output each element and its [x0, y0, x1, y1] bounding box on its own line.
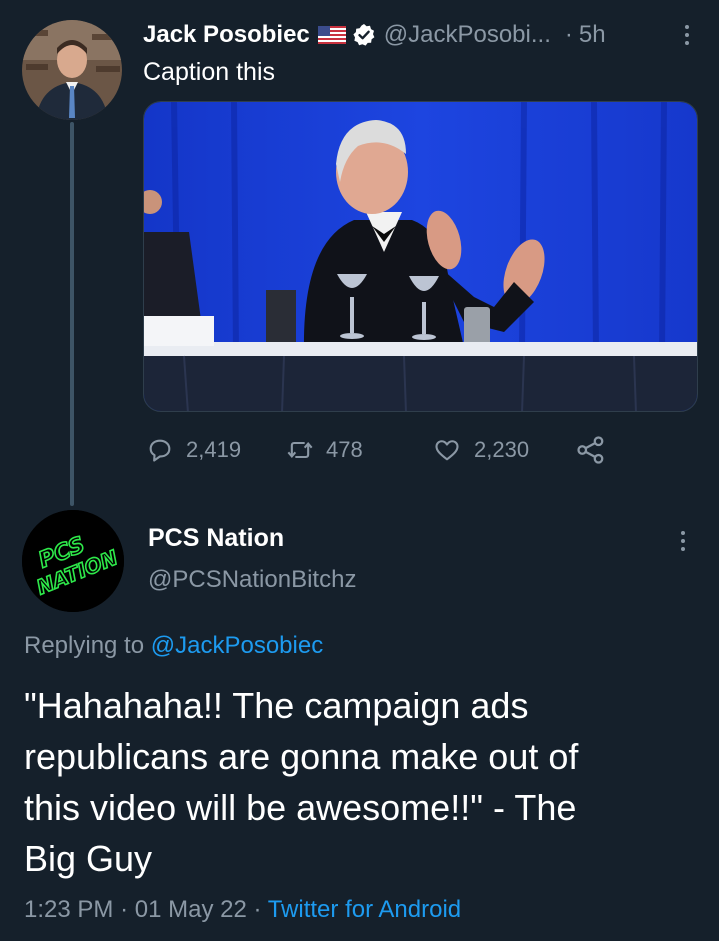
avatar-pcs-nation[interactable]: PCS NATION [22, 510, 124, 612]
tweet-body: "Hahahaha!! The campaign ads republicans… [24, 680, 704, 884]
heart-icon [435, 440, 459, 461]
display-name[interactable]: Jack Posobiec [143, 21, 310, 49]
share-icon [577, 436, 604, 464]
reply-count: 2,419 [186, 437, 242, 462]
retweet-button[interactable]: 478 [286, 432, 363, 468]
reply-icon [149, 439, 171, 462]
timestamp[interactable]: · 5h [565, 21, 606, 49]
tweet-body-line: this video will be awesome!!" - The [24, 787, 577, 828]
thread-connector-line [70, 122, 74, 506]
tweet-source-link[interactable]: Twitter for Android [268, 896, 461, 923]
tweet-time[interactable]: 1:23 PM [24, 896, 113, 923]
separator-dot: · [564, 21, 573, 48]
reply-button[interactable]: 2,419 [146, 432, 241, 468]
like-button[interactable]: 2,230 [432, 432, 529, 468]
retweet-count: 478 [326, 437, 363, 462]
tweet-header: Jack Posobiec @JackPosobi... · 5h [143, 18, 697, 52]
verified-badge-icon [352, 23, 376, 47]
tweet-media-image[interactable] [143, 101, 698, 412]
more-vertical-icon[interactable] [673, 524, 693, 558]
us-flag-icon [317, 26, 346, 44]
separator-dot: · [253, 896, 262, 923]
tweet-action-bar: 2,419 478 2,230 [146, 432, 616, 468]
avatar-jack-posobiec[interactable] [22, 20, 122, 120]
share-button[interactable] [576, 432, 618, 468]
replying-prefix: Replying to [24, 632, 145, 659]
time-label: 5h [578, 21, 606, 48]
retweet-icon [287, 441, 313, 459]
handle[interactable]: @JackPosobi... [384, 21, 551, 49]
tweet-date[interactable]: 01 May 22 [135, 896, 247, 923]
tweet-body-line: republicans are gonna make out of [24, 736, 579, 777]
mention-link[interactable]: @JackPosobiec [151, 632, 323, 659]
tweet-text: Caption this [143, 58, 276, 86]
more-vertical-icon[interactable] [677, 20, 697, 50]
display-name[interactable]: PCS Nation [148, 524, 284, 553]
tweet-body-line: "Hahahaha!! The campaign ads [24, 685, 529, 726]
like-count: 2,230 [474, 437, 530, 462]
tweet-metadata: 1:23 PM · 01 May 22 · Twitter for Androi… [24, 896, 461, 924]
replying-to-line: Replying to @JackPosobiec [24, 632, 323, 660]
handle[interactable]: @PCSNationBitchz [148, 566, 356, 594]
tweet-body-line: Big Guy [24, 838, 153, 879]
separator-dot: · [120, 896, 129, 923]
